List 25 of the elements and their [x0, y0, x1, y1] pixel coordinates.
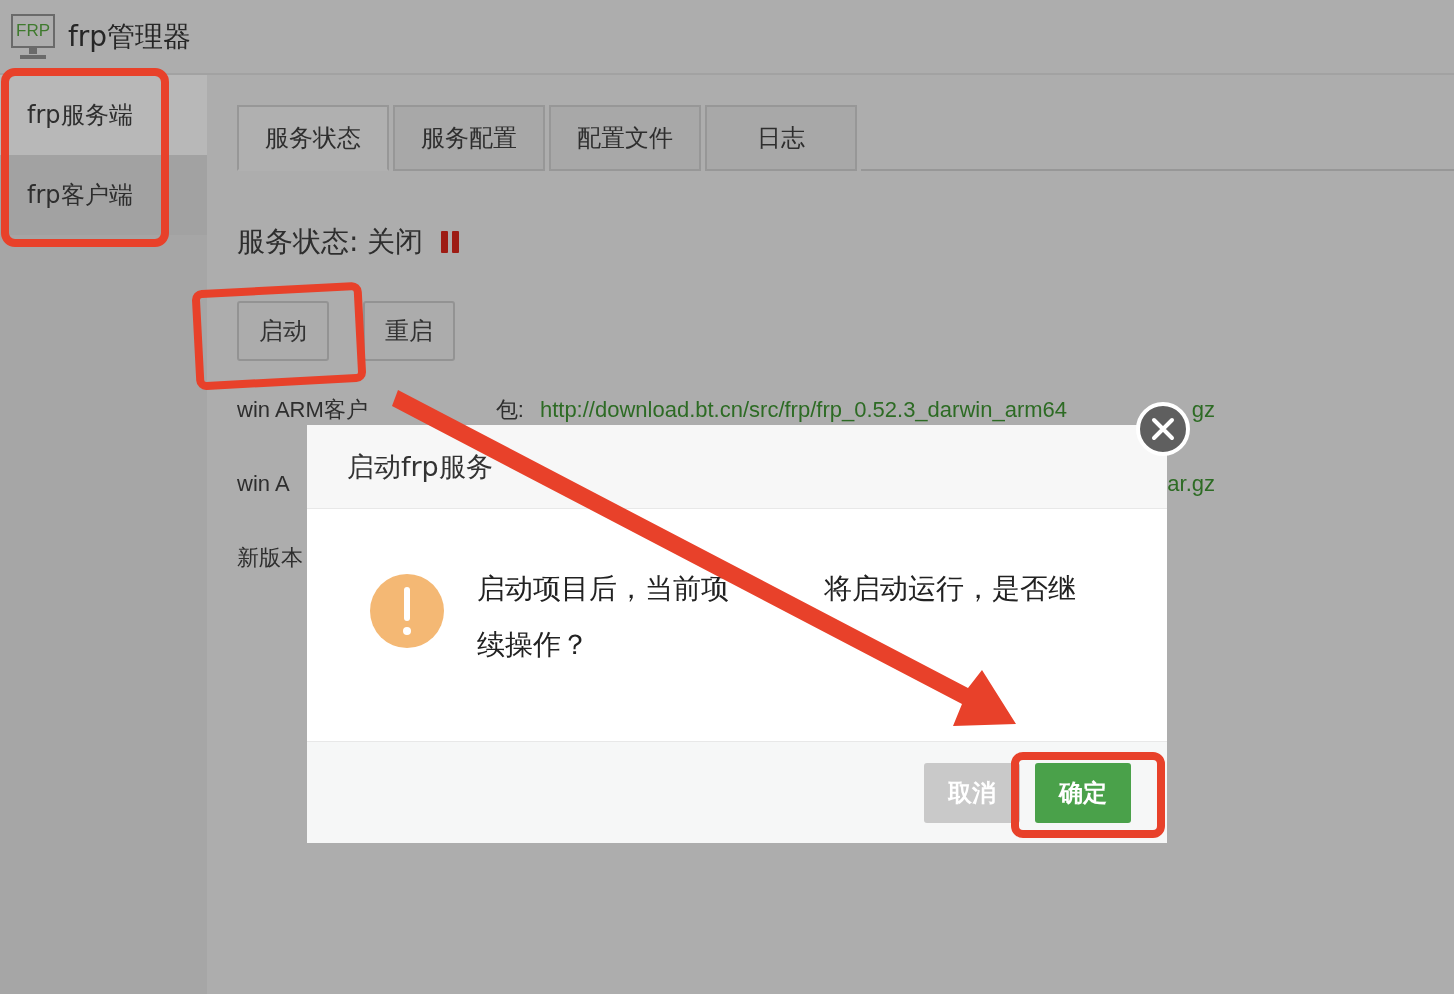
dialog-message: 将启动运行，是否继 — [824, 572, 1077, 605]
warning-icon — [369, 573, 445, 649]
service-status: 服务状态: 关闭 — [237, 224, 424, 260]
app-logo: FRP — [11, 13, 55, 48]
download-link-end[interactable]: ar.gz — [1167, 471, 1215, 497]
tab[interactable]: 服务配置 — [393, 105, 545, 171]
action-button[interactable]: 重启 — [363, 301, 455, 361]
download-label: win A — [237, 471, 290, 497]
sidebar-item[interactable]: frp服务端 — [0, 75, 207, 155]
action-button[interactable]: 启动 — [237, 301, 329, 361]
download-label: 包: — [495, 396, 524, 424]
tab[interactable]: 日志 — [705, 105, 857, 171]
download-link-end[interactable]: gz — [1191, 397, 1215, 423]
dialog-title: 启动frp服务 — [347, 449, 493, 484]
tab[interactable]: 服务状态 — [237, 105, 389, 171]
app-title: frp管理器 — [68, 18, 192, 55]
download-label: 新版本 — [237, 544, 303, 572]
dialog-message: 续操作？ — [477, 628, 589, 661]
close-icon[interactable] — [1135, 401, 1191, 457]
tab[interactable]: 配置文件 — [549, 105, 701, 171]
download-label: win ARM客户 — [237, 396, 368, 424]
dialog-message: 启动项目后，当前项 — [477, 572, 729, 605]
confirm-button[interactable]: 确定 — [1035, 762, 1131, 823]
sidebar-item[interactable]: frp客户端 — [0, 155, 207, 235]
download-link[interactable]: http://download.bt.cn/src/frp/frp_0.52.3_darwin_arm64 — [539, 397, 1067, 423]
